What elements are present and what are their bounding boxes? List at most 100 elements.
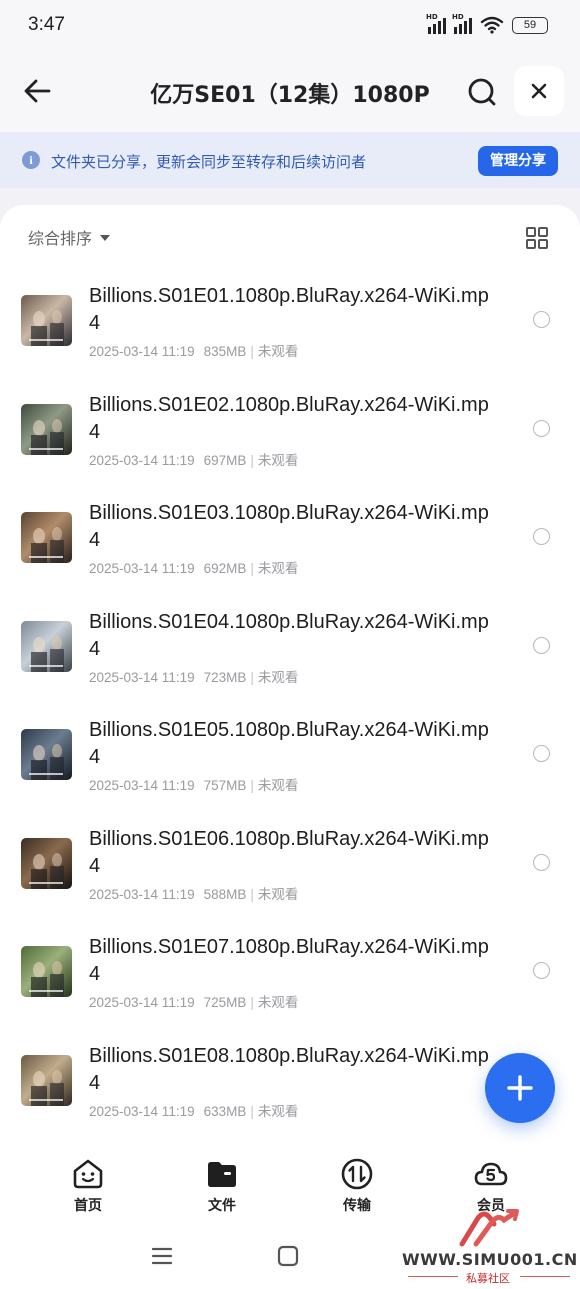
video-thumbnail [21,946,72,997]
file-meta: 2025-03-14 11:19 835MB | 未观看 [89,340,298,360]
watch-status: 未观看 [257,561,299,576]
wifi-icon [480,16,504,34]
sort-dropdown[interactable]: 综合排序 [28,225,111,249]
meta-separator: | [250,778,254,793]
home-face-icon [73,1159,103,1189]
meta-separator: | [250,1103,254,1119]
hd-label-2: HD [452,13,464,21]
file-date: 2025-03-14 11:19 [89,344,195,359]
back-button[interactable] [18,72,58,112]
file-meta: 2025-03-14 11:19 588MB | 未观看 [89,883,298,903]
video-thumbnail [21,1054,72,1106]
caret-down-icon [100,235,111,241]
nav-item-transfer[interactable]: 传输 [317,1157,397,1215]
battery-level: 59 [523,19,537,31]
close-icon [531,83,547,99]
close-button[interactable] [514,66,564,116]
file-name: Billions.S01E03.1080p.BluRay.x264-WiKi.m… [89,502,489,551]
nav-item-home[interactable]: 首页 [48,1157,128,1215]
file-name: Billions.S01E01.1080p.BluRay.x264-WiKi.m… [89,285,489,334]
file-name: Billions.S01E05.1080p.BluRay.x264-WiKi.m… [89,719,489,768]
grid-view-icon[interactable] [526,227,548,249]
transfer-icon [341,1158,373,1190]
top-app-bar: 亿万SE01（12集）1080P [0,52,580,132]
status-icons: HD HD 59 [426,13,548,34]
watch-status: 未观看 [257,1103,299,1119]
file-size: 723MB [203,669,247,685]
select-radio[interactable] [533,528,550,545]
file-name: Billions.S01E08.1080p.BluRay.x264-WiKi.m… [89,1044,489,1094]
file-row[interactable]: Billions.S01E04.1080p.BluRay.x264-WiKi.m… [0,599,580,707]
file-date: 2025-03-14 11:19 [89,995,195,1010]
file-meta: 2025-03-14 11:19 633MB | 未观看 [89,1100,298,1120]
select-radio[interactable] [533,311,550,328]
vip-cloud-icon [474,1162,508,1186]
file-size: 692MB [203,561,247,576]
meta-separator: | [250,669,254,685]
file-size: 588MB [203,886,247,902]
select-radio[interactable] [533,636,550,654]
select-radio[interactable] [533,745,550,762]
sort-label: 综合排序 [28,229,93,248]
search-button[interactable] [462,72,502,112]
plus-icon [507,1075,533,1101]
watermark-line-right [520,1276,570,1277]
recent-apps-icon[interactable] [151,1247,173,1265]
file-name: Billions.S01E06.1080p.BluRay.x264-WiKi.m… [89,827,489,877]
file-size: 725MB [203,995,247,1010]
file-date: 2025-03-14 11:19 [89,452,195,468]
nav-label-transfer: 传输 [343,1198,371,1214]
file-list-panel: 综合排序 Billions.S01E01.1080p.BluRay.x264-W… [0,205,580,1145]
signal-icon-1: HD [426,13,446,34]
home-square-icon[interactable] [277,1245,299,1267]
watermark-logo-icon [459,1209,519,1247]
file-name: Billions.S01E04.1080p.BluRay.x264-WiKi.m… [89,610,489,660]
watermark-subtext: 私募社区 [466,1272,510,1285]
nav-label-files: 文件 [208,1198,236,1214]
status-bar: 3:47 HD HD 59 [0,0,580,52]
watch-status: 未观看 [257,669,299,685]
file-date: 2025-03-14 11:19 [89,778,195,793]
file-meta: 2025-03-14 11:19 723MB | 未观看 [89,666,298,686]
file-meta: 2025-03-14 11:19 692MB | 未观看 [89,557,298,577]
search-icon [468,78,496,106]
file-size: 697MB [203,452,247,468]
file-row[interactable]: Billions.S01E06.1080p.BluRay.x264-WiKi.m… [0,816,580,924]
share-notice-text: 文件夹已分享，更新会同步至转存和后续访问者 [51,153,367,171]
file-row[interactable]: Billions.S01E02.1080p.BluRay.x264-WiKi.m… [0,382,580,490]
video-thumbnail [21,729,72,780]
select-radio[interactable] [533,419,550,437]
file-meta: 2025-03-14 11:19 725MB | 未观看 [89,991,298,1011]
status-time: 3:47 [28,14,65,35]
select-radio[interactable] [533,962,550,979]
hd-label-1: HD [426,13,438,21]
battery-icon: 59 [512,16,548,34]
meta-separator: | [250,561,254,576]
file-date: 2025-03-14 11:19 [89,1103,195,1119]
manage-share-button[interactable]: 管理分享 [478,146,558,176]
nav-item-vip[interactable]: 会员 [451,1157,531,1215]
watch-status: 未观看 [257,452,299,468]
video-thumbnail [21,512,72,563]
file-row[interactable]: Billions.S01E03.1080p.BluRay.x264-WiKi.m… [0,490,580,598]
file-row[interactable]: Billions.S01E01.1080p.BluRay.x264-WiKi.m… [0,273,580,381]
file-size: 835MB [203,344,247,359]
nav-item-files[interactable]: 文件 [182,1157,262,1215]
watermark-line-left [408,1276,458,1277]
file-date: 2025-03-14 11:19 [89,561,195,576]
file-name: Billions.S01E02.1080p.BluRay.x264-WiKi.m… [89,393,489,443]
folder-icon [208,1162,236,1187]
select-radio[interactable] [533,853,550,871]
arrow-left-icon [24,79,51,103]
watch-status: 未观看 [257,778,299,793]
file-name: Billions.S01E07.1080p.BluRay.x264-WiKi.m… [89,936,489,985]
video-thumbnail [21,620,72,672]
file-row[interactable]: Billions.S01E07.1080p.BluRay.x264-WiKi.m… [0,924,580,1032]
watch-status: 未观看 [257,995,299,1010]
info-icon: i [22,151,40,169]
page-title: 亿万SE01（12集）1080P [150,83,430,108]
file-meta: 2025-03-14 11:19 697MB | 未观看 [89,449,298,469]
file-row[interactable]: Billions.S01E05.1080p.BluRay.x264-WiKi.m… [0,707,580,815]
add-button[interactable] [485,1053,555,1123]
file-size: 757MB [203,778,247,793]
